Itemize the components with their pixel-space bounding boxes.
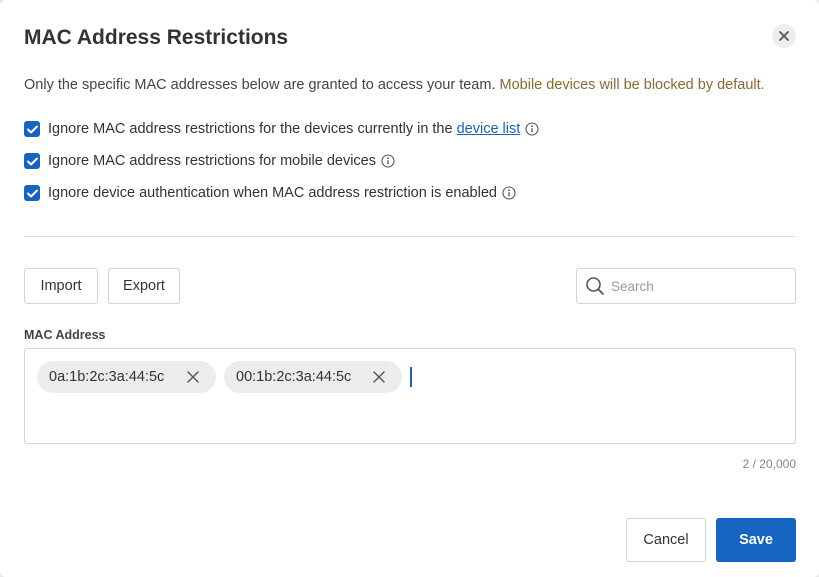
mac-tag: 00:1b:2c:3a:44:5c <box>224 361 402 393</box>
dialog-title: MAC Address Restrictions <box>24 26 289 49</box>
import-button[interactable]: Import <box>24 268 98 304</box>
remove-tag-button[interactable] <box>186 370 200 384</box>
search-input[interactable] <box>611 278 781 294</box>
info-icon[interactable] <box>381 154 395 168</box>
info-icon[interactable] <box>502 186 516 200</box>
check-icon <box>26 189 38 197</box>
close-icon <box>779 31 789 41</box>
device-list-link[interactable]: device list <box>457 121 521 137</box>
mac-tag-value: 0a:1b:2c:3a:44:5c <box>49 369 165 385</box>
option-ignore-device-list: Ignore MAC address restrictions for the … <box>24 121 539 137</box>
option-label: Ignore MAC address restrictions for the … <box>48 121 453 137</box>
option-ignore-device-auth: Ignore device authentication when MAC ad… <box>24 185 516 201</box>
option-checkbox[interactable] <box>24 121 40 137</box>
close-button[interactable] <box>772 24 796 48</box>
info-icon[interactable] <box>525 122 539 136</box>
mac-address-label: MAC Address <box>24 328 106 342</box>
export-button[interactable]: Export <box>108 268 180 304</box>
mac-count: 2 / 20,000 <box>742 457 796 471</box>
option-label: Ignore device authentication when MAC ad… <box>48 185 497 201</box>
mac-address-input[interactable]: 0a:1b:2c:3a:44:5c 00:1b:2c:3a:44:5c <box>24 348 796 444</box>
remove-tag-button[interactable] <box>372 370 386 384</box>
option-checkbox[interactable] <box>24 153 40 169</box>
text-caret <box>410 367 412 387</box>
mac-restrictions-dialog: MAC Address Restrictions Only the specif… <box>0 0 819 577</box>
description-warning: Mobile devices will be blocked by defaul… <box>499 77 765 93</box>
mac-tag-value: 00:1b:2c:3a:44:5c <box>236 369 352 385</box>
description-text: Only the specific MAC addresses below ar… <box>24 77 496 93</box>
save-button[interactable]: Save <box>716 518 796 562</box>
mac-tag: 0a:1b:2c:3a:44:5c <box>37 361 216 393</box>
option-label: Ignore MAC address restrictions for mobi… <box>48 153 376 169</box>
search-icon <box>586 277 604 295</box>
search-box[interactable] <box>576 268 796 304</box>
check-icon <box>26 157 38 165</box>
option-checkbox[interactable] <box>24 185 40 201</box>
dialog-description: Only the specific MAC addresses below ar… <box>24 77 765 93</box>
option-ignore-mobile: Ignore MAC address restrictions for mobi… <box>24 153 395 169</box>
section-divider <box>24 236 795 237</box>
cancel-button[interactable]: Cancel <box>626 518 706 562</box>
close-icon <box>373 371 385 383</box>
check-icon <box>26 125 38 133</box>
close-icon <box>187 371 199 383</box>
